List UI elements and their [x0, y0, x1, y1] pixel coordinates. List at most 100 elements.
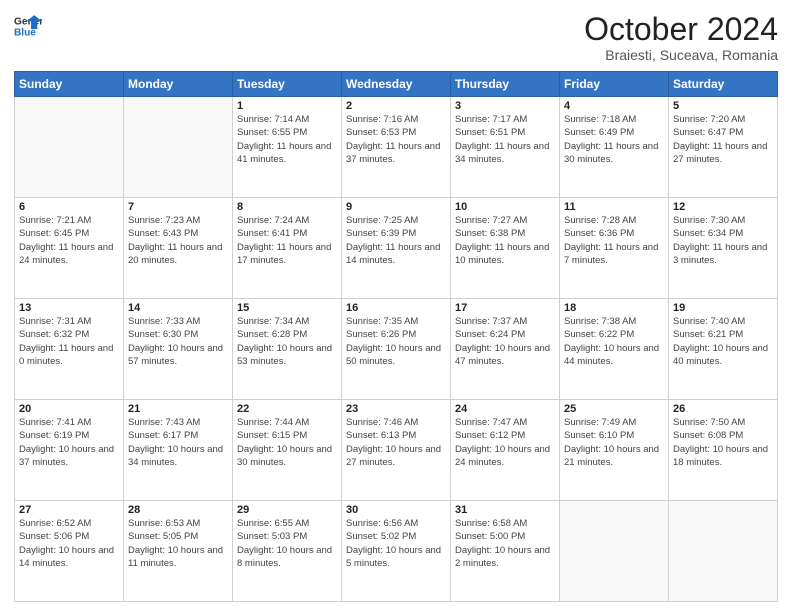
location: Braiesti, Suceava, Romania [584, 47, 778, 63]
calendar-cell: 7Sunrise: 7:23 AM Sunset: 6:43 PM Daylig… [124, 198, 233, 299]
calendar-cell: 28Sunrise: 6:53 AM Sunset: 5:05 PM Dayli… [124, 501, 233, 602]
day-number: 5 [673, 100, 773, 112]
day-info: Sunrise: 7:49 AM Sunset: 6:10 PM Dayligh… [564, 416, 664, 469]
logo-icon: General Blue [14, 12, 42, 40]
day-info: Sunrise: 7:21 AM Sunset: 6:45 PM Dayligh… [19, 214, 119, 267]
day-info: Sunrise: 7:31 AM Sunset: 6:32 PM Dayligh… [19, 315, 119, 368]
title-block: October 2024 Braiesti, Suceava, Romania [584, 12, 778, 63]
day-number: 7 [128, 201, 228, 213]
calendar-cell: 2Sunrise: 7:16 AM Sunset: 6:53 PM Daylig… [342, 97, 451, 198]
calendar-cell: 10Sunrise: 7:27 AM Sunset: 6:38 PM Dayli… [451, 198, 560, 299]
day-info: Sunrise: 7:24 AM Sunset: 6:41 PM Dayligh… [237, 214, 337, 267]
day-info: Sunrise: 7:46 AM Sunset: 6:13 PM Dayligh… [346, 416, 446, 469]
day-info: Sunrise: 7:16 AM Sunset: 6:53 PM Dayligh… [346, 113, 446, 166]
day-info: Sunrise: 7:47 AM Sunset: 6:12 PM Dayligh… [455, 416, 555, 469]
calendar-cell: 5Sunrise: 7:20 AM Sunset: 6:47 PM Daylig… [669, 97, 778, 198]
calendar-cell [560, 501, 669, 602]
calendar-cell: 25Sunrise: 7:49 AM Sunset: 6:10 PM Dayli… [560, 400, 669, 501]
calendar-cell: 16Sunrise: 7:35 AM Sunset: 6:26 PM Dayli… [342, 299, 451, 400]
day-info: Sunrise: 7:23 AM Sunset: 6:43 PM Dayligh… [128, 214, 228, 267]
day-number: 1 [237, 100, 337, 112]
day-info: Sunrise: 7:28 AM Sunset: 6:36 PM Dayligh… [564, 214, 664, 267]
day-info: Sunrise: 7:20 AM Sunset: 6:47 PM Dayligh… [673, 113, 773, 166]
weekday-header-thursday: Thursday [451, 72, 560, 97]
day-info: Sunrise: 7:18 AM Sunset: 6:49 PM Dayligh… [564, 113, 664, 166]
day-number: 11 [564, 201, 664, 213]
calendar-cell: 13Sunrise: 7:31 AM Sunset: 6:32 PM Dayli… [15, 299, 124, 400]
day-number: 22 [237, 403, 337, 415]
page: General Blue October 2024 Braiesti, Suce… [0, 0, 792, 612]
day-number: 19 [673, 302, 773, 314]
day-info: Sunrise: 7:38 AM Sunset: 6:22 PM Dayligh… [564, 315, 664, 368]
calendar-cell: 22Sunrise: 7:44 AM Sunset: 6:15 PM Dayli… [233, 400, 342, 501]
day-info: Sunrise: 6:53 AM Sunset: 5:05 PM Dayligh… [128, 517, 228, 570]
day-info: Sunrise: 6:56 AM Sunset: 5:02 PM Dayligh… [346, 517, 446, 570]
calendar-cell: 18Sunrise: 7:38 AM Sunset: 6:22 PM Dayli… [560, 299, 669, 400]
calendar-cell: 3Sunrise: 7:17 AM Sunset: 6:51 PM Daylig… [451, 97, 560, 198]
day-number: 25 [564, 403, 664, 415]
day-number: 10 [455, 201, 555, 213]
month-title: October 2024 [584, 12, 778, 47]
day-info: Sunrise: 7:25 AM Sunset: 6:39 PM Dayligh… [346, 214, 446, 267]
day-number: 4 [564, 100, 664, 112]
day-number: 31 [455, 504, 555, 516]
day-info: Sunrise: 7:34 AM Sunset: 6:28 PM Dayligh… [237, 315, 337, 368]
day-info: Sunrise: 7:14 AM Sunset: 6:55 PM Dayligh… [237, 113, 337, 166]
calendar-cell: 9Sunrise: 7:25 AM Sunset: 6:39 PM Daylig… [342, 198, 451, 299]
day-info: Sunrise: 7:30 AM Sunset: 6:34 PM Dayligh… [673, 214, 773, 267]
day-number: 23 [346, 403, 446, 415]
day-info: Sunrise: 7:50 AM Sunset: 6:08 PM Dayligh… [673, 416, 773, 469]
day-number: 14 [128, 302, 228, 314]
day-number: 16 [346, 302, 446, 314]
day-info: Sunrise: 7:41 AM Sunset: 6:19 PM Dayligh… [19, 416, 119, 469]
day-number: 12 [673, 201, 773, 213]
day-info: Sunrise: 7:33 AM Sunset: 6:30 PM Dayligh… [128, 315, 228, 368]
calendar-cell: 8Sunrise: 7:24 AM Sunset: 6:41 PM Daylig… [233, 198, 342, 299]
weekday-header-wednesday: Wednesday [342, 72, 451, 97]
day-info: Sunrise: 7:35 AM Sunset: 6:26 PM Dayligh… [346, 315, 446, 368]
calendar-cell: 11Sunrise: 7:28 AM Sunset: 6:36 PM Dayli… [560, 198, 669, 299]
day-info: Sunrise: 7:17 AM Sunset: 6:51 PM Dayligh… [455, 113, 555, 166]
header: General Blue October 2024 Braiesti, Suce… [14, 12, 778, 63]
day-number: 26 [673, 403, 773, 415]
calendar-cell: 30Sunrise: 6:56 AM Sunset: 5:02 PM Dayli… [342, 501, 451, 602]
calendar-cell: 6Sunrise: 7:21 AM Sunset: 6:45 PM Daylig… [15, 198, 124, 299]
day-number: 6 [19, 201, 119, 213]
day-info: Sunrise: 7:37 AM Sunset: 6:24 PM Dayligh… [455, 315, 555, 368]
day-number: 28 [128, 504, 228, 516]
calendar-cell: 4Sunrise: 7:18 AM Sunset: 6:49 PM Daylig… [560, 97, 669, 198]
day-number: 15 [237, 302, 337, 314]
calendar-cell: 15Sunrise: 7:34 AM Sunset: 6:28 PM Dayli… [233, 299, 342, 400]
logo: General Blue [14, 12, 42, 40]
weekday-header-monday: Monday [124, 72, 233, 97]
day-number: 21 [128, 403, 228, 415]
calendar-cell: 26Sunrise: 7:50 AM Sunset: 6:08 PM Dayli… [669, 400, 778, 501]
calendar-cell: 12Sunrise: 7:30 AM Sunset: 6:34 PM Dayli… [669, 198, 778, 299]
weekday-header-tuesday: Tuesday [233, 72, 342, 97]
calendar-cell: 24Sunrise: 7:47 AM Sunset: 6:12 PM Dayli… [451, 400, 560, 501]
day-number: 30 [346, 504, 446, 516]
calendar-cell: 27Sunrise: 6:52 AM Sunset: 5:06 PM Dayli… [15, 501, 124, 602]
day-info: Sunrise: 7:40 AM Sunset: 6:21 PM Dayligh… [673, 315, 773, 368]
calendar-table: SundayMondayTuesdayWednesdayThursdayFrid… [14, 71, 778, 602]
calendar-cell: 23Sunrise: 7:46 AM Sunset: 6:13 PM Dayli… [342, 400, 451, 501]
day-info: Sunrise: 7:27 AM Sunset: 6:38 PM Dayligh… [455, 214, 555, 267]
day-number: 27 [19, 504, 119, 516]
day-info: Sunrise: 6:58 AM Sunset: 5:00 PM Dayligh… [455, 517, 555, 570]
day-number: 17 [455, 302, 555, 314]
calendar-cell: 14Sunrise: 7:33 AM Sunset: 6:30 PM Dayli… [124, 299, 233, 400]
calendar-cell: 29Sunrise: 6:55 AM Sunset: 5:03 PM Dayli… [233, 501, 342, 602]
calendar-cell: 17Sunrise: 7:37 AM Sunset: 6:24 PM Dayli… [451, 299, 560, 400]
day-number: 24 [455, 403, 555, 415]
day-number: 20 [19, 403, 119, 415]
day-number: 3 [455, 100, 555, 112]
weekday-header-friday: Friday [560, 72, 669, 97]
day-info: Sunrise: 6:52 AM Sunset: 5:06 PM Dayligh… [19, 517, 119, 570]
day-number: 2 [346, 100, 446, 112]
day-number: 13 [19, 302, 119, 314]
calendar-cell: 20Sunrise: 7:41 AM Sunset: 6:19 PM Dayli… [15, 400, 124, 501]
day-info: Sunrise: 7:44 AM Sunset: 6:15 PM Dayligh… [237, 416, 337, 469]
day-number: 29 [237, 504, 337, 516]
calendar-cell: 21Sunrise: 7:43 AM Sunset: 6:17 PM Dayli… [124, 400, 233, 501]
day-info: Sunrise: 6:55 AM Sunset: 5:03 PM Dayligh… [237, 517, 337, 570]
